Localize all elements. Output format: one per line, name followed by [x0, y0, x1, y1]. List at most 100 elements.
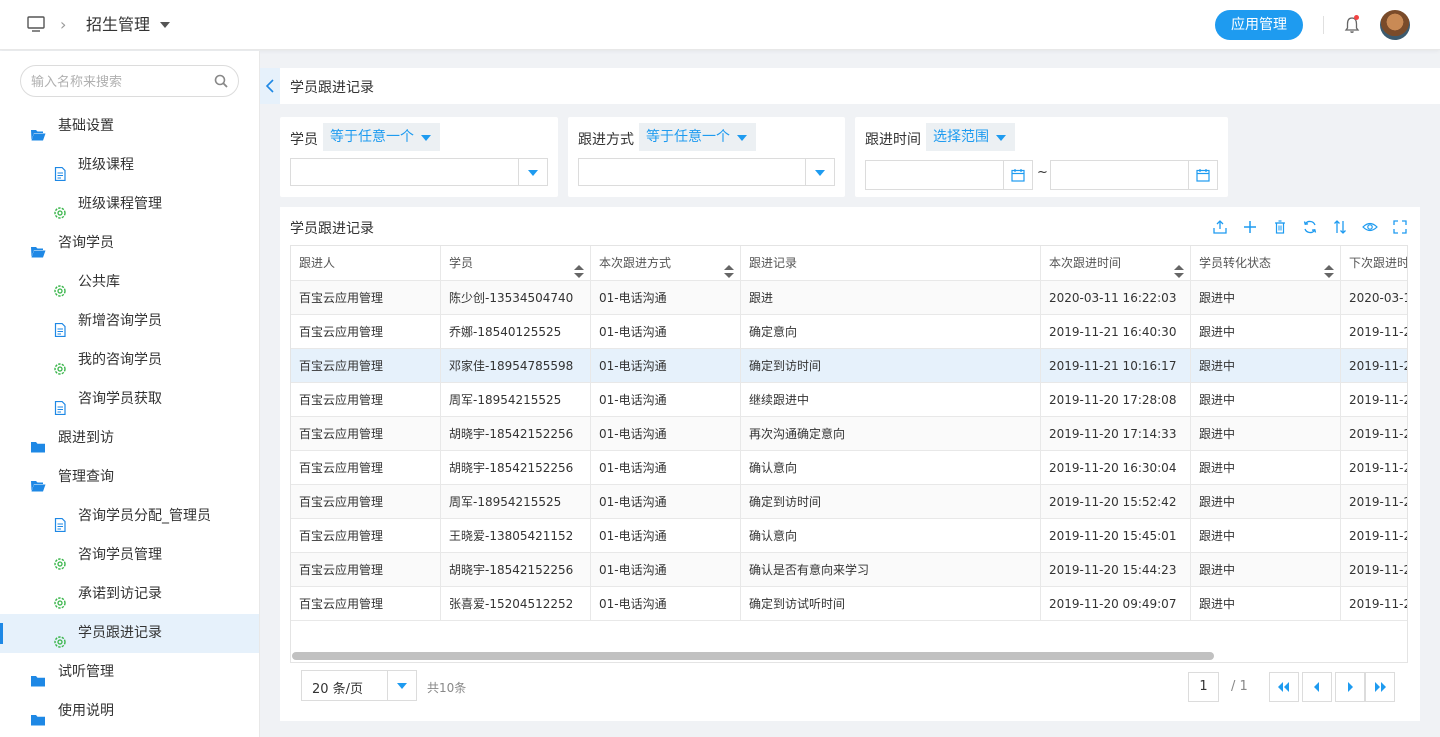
sort-icon[interactable] — [574, 257, 584, 278]
double-chevron-right-icon — [1375, 682, 1386, 692]
column-header[interactable]: 本次跟进方式 — [591, 246, 741, 280]
sidebar-item[interactable]: 新增咨询学员 — [0, 302, 259, 341]
table-cell: 01-电话沟通 — [591, 451, 741, 484]
delete-icon[interactable] — [1272, 219, 1288, 235]
sidebar-item-label: 基础设置 — [58, 118, 114, 134]
sidebar-item-label: 承诺到访记录 — [78, 586, 162, 602]
sidebar-item[interactable]: 使用说明 — [0, 692, 259, 731]
folder-icon — [30, 704, 46, 726]
chevron-down-icon[interactable] — [387, 671, 416, 700]
table-cell: 乔娜-18540125525 — [441, 315, 591, 348]
caret-down-icon[interactable] — [160, 22, 170, 28]
sidebar-item[interactable]: 试听管理 — [0, 653, 259, 692]
filter-time-start[interactable] — [865, 160, 1033, 190]
search-icon[interactable] — [214, 74, 228, 88]
chevron-down-icon[interactable] — [518, 159, 547, 185]
sort-icon[interactable] — [1324, 257, 1334, 278]
table-row[interactable]: 百宝云应用管理 王晓爱-13805421152 01-电话沟通 确认意向 2019-11… — [291, 519, 1407, 553]
column-header-label: 学员 — [449, 256, 474, 270]
table-cell: 跟进中 — [1191, 519, 1341, 552]
collapse-sidebar-button[interactable] — [260, 68, 280, 104]
table-row[interactable]: 百宝云应用管理 周军-18954215525 01-电话沟通 确定到访时间 2019-1… — [291, 485, 1407, 519]
column-header[interactable]: 跟进人 — [291, 246, 441, 280]
column-header[interactable]: 下次跟进时 — [1341, 246, 1407, 280]
export-icon[interactable] — [1212, 219, 1228, 235]
sidebar-item[interactable]: 咨询学员 — [0, 224, 259, 263]
calendar-icon[interactable] — [1188, 161, 1217, 189]
sidebar-item[interactable]: 我的咨询学员 — [0, 341, 259, 380]
sidebar-item[interactable]: 咨询学员分配_管理员 — [0, 497, 259, 536]
records-card: 学员跟进记录 百宝云应用管理 陈少创-13534504740 01-电话沟通 跟进 20… — [280, 207, 1420, 721]
sort-icon[interactable] — [724, 257, 734, 278]
prev-page-button[interactable] — [1302, 672, 1332, 702]
table-row[interactable]: 百宝云应用管理 乔娜-18540125525 01-电话沟通 确定意向 2019-11-… — [291, 315, 1407, 349]
table-row[interactable]: 百宝云应用管理 胡晓宇-18542152256 01-电话沟通 再次沟通确定意向 201… — [291, 417, 1407, 451]
table-cell: 确定到访时间 — [741, 349, 1041, 382]
table-row[interactable]: 百宝云应用管理 胡晓宇-18542152256 01-电话沟通 确认是否有意向来学习 2… — [291, 553, 1407, 587]
filter-student-select[interactable] — [290, 158, 548, 186]
table-cell: 01-电话沟通 — [591, 417, 741, 450]
sidebar-item[interactable]: 基础设置 — [0, 107, 259, 146]
sidebar-item[interactable]: 咨询学员获取 — [0, 380, 259, 419]
sidebar-item[interactable]: 咨询学员管理 — [0, 536, 259, 575]
page-size-select[interactable]: 20 条/页 — [301, 670, 417, 701]
calendar-icon[interactable] — [1003, 161, 1032, 189]
table-cell: 跟进 — [741, 281, 1041, 314]
first-page-button[interactable] — [1269, 672, 1299, 702]
folder-open-icon — [30, 236, 46, 258]
filter-time-operator[interactable]: 选择范围 — [926, 123, 1015, 151]
fullscreen-icon[interactable] — [1392, 219, 1408, 235]
table-row[interactable]: 百宝云应用管理 胡晓宇-18542152256 01-电话沟通 确认意向 2019-11… — [291, 451, 1407, 485]
eye-icon[interactable] — [1362, 219, 1378, 235]
sidebar-item[interactable]: 承诺到访记录 — [0, 575, 259, 614]
table-row[interactable]: 百宝云应用管理 邓家佳-18954785598 01-电话沟通 确定到访时间 2019-… — [291, 349, 1407, 383]
sidebar-search-input[interactable] — [31, 72, 211, 92]
table-title: 学员跟进记录 — [290, 221, 374, 237]
page-number-input[interactable]: 1 — [1188, 672, 1219, 702]
sidebar-item[interactable]: 班级课程 — [0, 146, 259, 185]
filter-time-end[interactable] — [1050, 160, 1218, 190]
date-range-separator: ~ — [1037, 165, 1048, 180]
sidebar-item-label: 学员跟进记录 — [78, 625, 162, 641]
sort-icon[interactable] — [1332, 219, 1348, 235]
column-header-label: 本次跟进时间 — [1049, 256, 1122, 270]
filter-method-label: 跟进方式 — [578, 132, 634, 148]
table-cell: 2019-11-20 15:44:23 — [1041, 553, 1191, 586]
app-management-button[interactable]: 应用管理 — [1215, 10, 1303, 40]
table-row[interactable]: 百宝云应用管理 陈少创-13534504740 01-电话沟通 跟进 2020-03-1… — [291, 281, 1407, 315]
chevron-down-icon[interactable] — [805, 159, 834, 185]
table-row[interactable]: 百宝云应用管理 周军-18954215525 01-电话沟通 继续跟进中 2019-11… — [291, 383, 1407, 417]
home-icon[interactable] — [27, 16, 45, 32]
table-row[interactable]: 百宝云应用管理 张喜爱-15204512252 01-电话沟通 确定到访试听时间 201… — [291, 587, 1407, 621]
column-header[interactable]: 跟进记录 — [741, 246, 1041, 280]
sort-icon[interactable] — [1174, 257, 1184, 278]
page-title: 学员跟进记录 — [290, 80, 374, 96]
page-title-bar: 学员跟进记录 — [260, 68, 1440, 104]
folder-icon — [30, 665, 46, 687]
sidebar-item-label: 新增咨询学员 — [78, 313, 162, 329]
refresh-icon[interactable] — [1302, 219, 1318, 235]
module-title[interactable]: 招生管理 — [86, 14, 150, 36]
user-avatar[interactable] — [1380, 10, 1410, 40]
sidebar-item[interactable]: 公共库 — [0, 263, 259, 302]
sidebar-item-label: 班级课程 — [78, 157, 134, 173]
sidebar-item-label: 咨询学员管理 — [78, 547, 162, 563]
column-header[interactable]: 学员 — [441, 246, 591, 280]
filter-student: 学员 等于任意一个 — [280, 117, 558, 197]
last-page-button[interactable] — [1365, 672, 1395, 702]
sidebar-item[interactable]: 管理查询 — [0, 458, 259, 497]
sidebar-item[interactable]: 跟进到访 — [0, 419, 259, 458]
filter-student-operator[interactable]: 等于任意一个 — [323, 123, 440, 151]
filter-method-select[interactable] — [578, 158, 835, 186]
next-page-button[interactable] — [1335, 672, 1365, 702]
column-header[interactable]: 学员转化状态 — [1191, 246, 1341, 280]
filter-method-operator[interactable]: 等于任意一个 — [639, 123, 756, 151]
horizontal-scrollbar[interactable] — [292, 652, 1214, 660]
column-header[interactable]: 本次跟进时间 — [1041, 246, 1191, 280]
breadcrumb-chevron-icon: › — [60, 15, 67, 34]
sidebar-item[interactable]: 学员跟进记录 — [0, 614, 259, 653]
table-cell: 胡晓宇-18542152256 — [441, 553, 591, 586]
sidebar-item[interactable]: 班级课程管理 — [0, 185, 259, 224]
add-icon[interactable] — [1242, 219, 1258, 235]
table-cell: 确认意向 — [741, 451, 1041, 484]
